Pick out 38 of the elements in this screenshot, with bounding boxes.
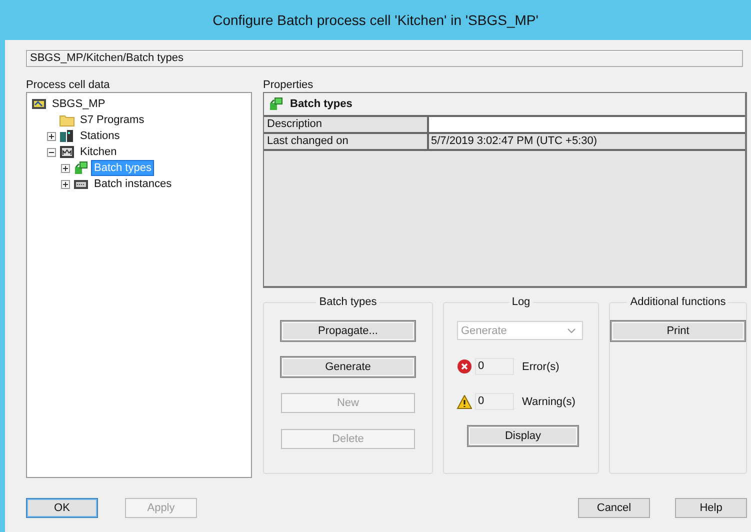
folder-icon — [59, 113, 75, 127]
display-button[interactable]: Display — [468, 426, 578, 446]
window-title: Configure Batch process cell 'Kitchen' in 'SBGS_MP' — [212, 12, 538, 28]
expand-icon[interactable] — [60, 164, 70, 172]
group-title: Batch types — [316, 296, 380, 308]
tree-item[interactable]: S7 Programs — [77, 112, 148, 128]
dialog-button[interactable]: OK — [26, 498, 98, 518]
expand-icon[interactable] — [60, 180, 70, 188]
batch-instances-icon — [73, 177, 89, 191]
batch-types-icon — [268, 97, 284, 111]
print-button[interactable]: Print — [611, 321, 745, 341]
dialog-button[interactable]: Cancel — [578, 498, 650, 518]
tree-item[interactable]: Batch instances — [91, 176, 175, 192]
action-button[interactable]: Generate — [281, 357, 415, 377]
warning-count-field: 0 — [475, 393, 514, 410]
chevron-icon — [567, 328, 576, 334]
error-icon — [457, 359, 472, 374]
error-count-field: 0 — [475, 358, 514, 375]
process-cell-icon — [59, 145, 75, 159]
group-title: Additional functions — [627, 296, 729, 308]
tree-item[interactable]: Stations — [77, 128, 123, 144]
warning-icon — [457, 394, 472, 408]
group-title: Log — [508, 296, 534, 308]
tree-item[interactable]: SBGS_MP — [49, 96, 108, 112]
batch-types-icon — [73, 161, 89, 175]
error-label: Error(s) — [522, 360, 560, 372]
dialog-button[interactable]: Help — [675, 498, 747, 518]
path-field: SBGS_MP/Kitchen/Batch types — [26, 50, 743, 67]
properties-label: Properties — [263, 79, 314, 92]
stations-icon — [59, 129, 75, 143]
tree-label: Process cell data — [26, 79, 111, 92]
warning-label: Warning(s) — [522, 396, 576, 408]
properties-header: Batch types — [290, 98, 352, 110]
expand-icon[interactable] — [46, 132, 56, 140]
collapse-icon[interactable] — [46, 148, 56, 156]
tree-item[interactable]: Kitchen — [77, 144, 120, 160]
action-button[interactable]: Propagate... — [281, 321, 415, 341]
project-icon — [31, 97, 47, 111]
